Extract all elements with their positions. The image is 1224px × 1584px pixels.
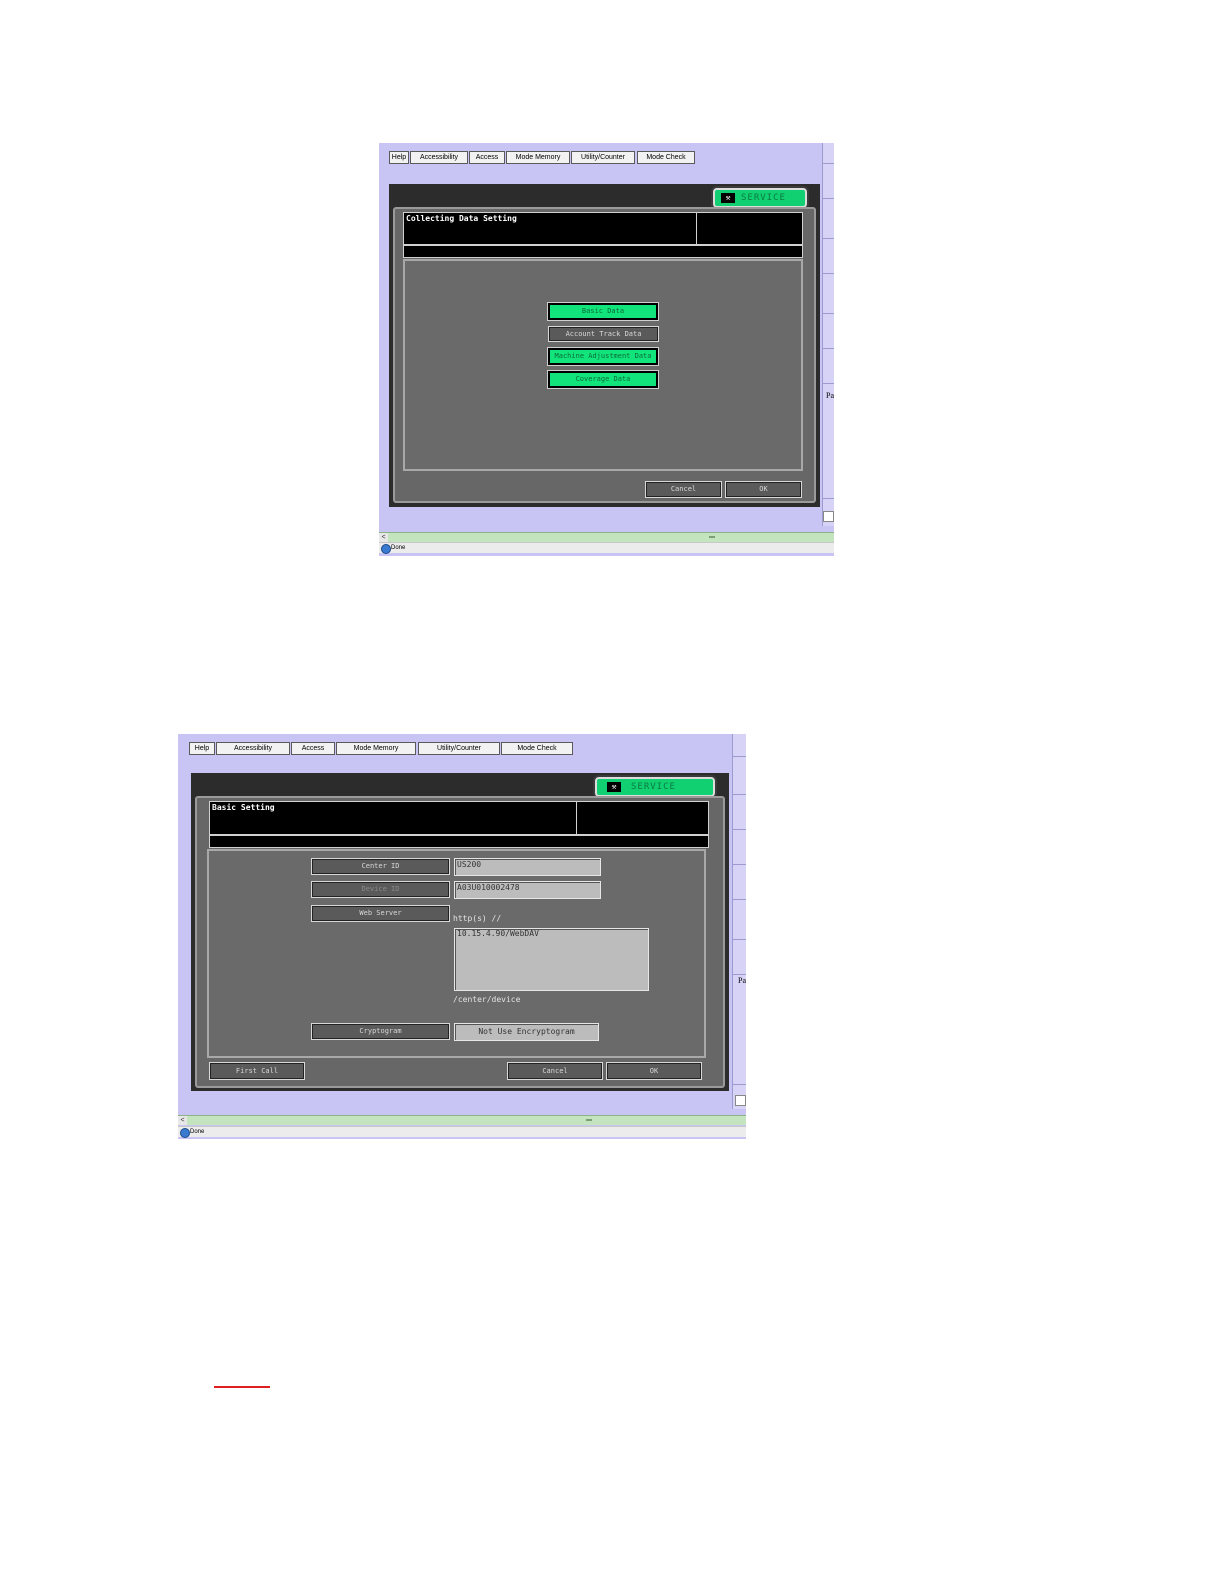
device-id-button: Device ID <box>311 881 450 898</box>
collecting-data-screenshot: Help Accessibility Access Mode Memory Ut… <box>379 143 834 556</box>
side-frame <box>822 143 834 526</box>
dialog-frame: Basic Setting Center ID US200 Device ID … <box>195 796 725 1088</box>
edge-text: Pa <box>738 976 746 985</box>
side-frame <box>732 734 746 1109</box>
tab-accessibility[interactable]: Accessibility <box>216 742 290 755</box>
tab-accessibility[interactable]: Accessibility <box>410 151 468 164</box>
ok-button[interactable]: OK <box>725 481 802 498</box>
tab-help[interactable]: Help <box>189 742 215 755</box>
coverage-data-button[interactable]: Coverage Data <box>547 370 659 389</box>
tab-utility-counter[interactable]: Utility/Counter <box>418 742 500 755</box>
web-server-button[interactable]: Web Server <box>311 905 450 922</box>
ok-button[interactable]: OK <box>606 1062 702 1080</box>
message-bar <box>209 835 709 848</box>
browser-status-bar: Done <box>178 1126 746 1138</box>
service-mode-badge: ⚒ SERVICE <box>713 188 807 208</box>
cryptogram-field: Not Use Encryptogram <box>454 1023 599 1041</box>
horizontal-scrollbar[interactable]: < <box>178 1115 746 1125</box>
first-call-button[interactable]: First Call <box>209 1062 305 1080</box>
tab-mode-check[interactable]: Mode Check <box>501 742 573 755</box>
settings-area: Center ID US200 Device ID A03U010002478 … <box>207 849 706 1058</box>
basic-data-button[interactable]: Basic Data <box>547 302 659 321</box>
message-bar <box>403 245 803 258</box>
service-panel: ⚒ SERVICE Collecting Data Setting Basic … <box>389 184 820 507</box>
tab-access[interactable]: Access <box>291 742 335 755</box>
wrench-icon: ⚒ <box>607 782 621 792</box>
web-server-address-field[interactable]: 10.15.4.90/WebDAV <box>454 928 649 991</box>
option-area: Basic Data Account Track Data Machine Ad… <box>403 259 803 471</box>
title-area: Collecting Data Setting <box>403 212 803 245</box>
tab-mode-check[interactable]: Mode Check <box>637 151 695 164</box>
tab-access[interactable]: Access <box>469 151 505 164</box>
url-prefix: http(s) // <box>453 914 502 923</box>
center-id-button[interactable]: Center ID <box>311 858 450 875</box>
center-id-field[interactable]: US200 <box>454 858 601 876</box>
url-suffix: /center/device <box>453 995 521 1004</box>
device-id-field: A03U010002478 <box>454 881 601 899</box>
tab-mode-memory[interactable]: Mode Memory <box>336 742 416 755</box>
status-text: Done <box>391 545 406 551</box>
cancel-button[interactable]: Cancel <box>645 481 722 498</box>
wrench-icon: ⚒ <box>721 193 735 203</box>
horizontal-scrollbar[interactable]: < <box>379 532 834 542</box>
top-menu-bar: Help Accessibility Access Mode Memory Ut… <box>379 143 834 171</box>
account-track-data-button[interactable]: Account Track Data <box>548 326 659 342</box>
globe-icon <box>381 544 391 554</box>
basic-setting-screenshot: Help Accessibility Access Mode Memory Ut… <box>178 734 746 1139</box>
browser-status-bar: Done <box>379 542 834 554</box>
status-text: Done <box>190 1129 205 1135</box>
edge-box <box>735 1095 746 1106</box>
tab-help[interactable]: Help <box>389 151 409 164</box>
scroll-left-icon[interactable]: < <box>379 533 388 542</box>
top-menu-bar: Help Accessibility Access Mode Memory Ut… <box>178 734 746 762</box>
edge-box <box>823 511 834 522</box>
cancel-button[interactable]: Cancel <box>507 1062 603 1080</box>
scroll-grip[interactable] <box>709 536 715 538</box>
globe-icon <box>180 1128 190 1138</box>
tab-utility-counter[interactable]: Utility/Counter <box>571 151 635 164</box>
edge-text: Pa <box>826 391 834 400</box>
scroll-left-icon[interactable]: < <box>178 1116 187 1125</box>
scroll-grip[interactable] <box>586 1119 592 1121</box>
machine-adjustment-data-button[interactable]: Machine Adjustment Data <box>547 347 659 366</box>
cryptogram-button[interactable]: Cryptogram <box>311 1023 450 1040</box>
page-title: Basic Setting <box>212 803 275 812</box>
service-mode-badge: ⚒ SERVICE <box>595 777 715 797</box>
title-area: Basic Setting <box>209 801 709 835</box>
red-annotation-line <box>214 1386 270 1388</box>
dialog-frame: Collecting Data Setting Basic Data Accou… <box>393 207 816 503</box>
service-panel: ⚒ SERVICE Basic Setting Center ID US200 … <box>191 773 729 1091</box>
page-title: Collecting Data Setting <box>406 214 517 223</box>
tab-mode-memory[interactable]: Mode Memory <box>506 151 570 164</box>
